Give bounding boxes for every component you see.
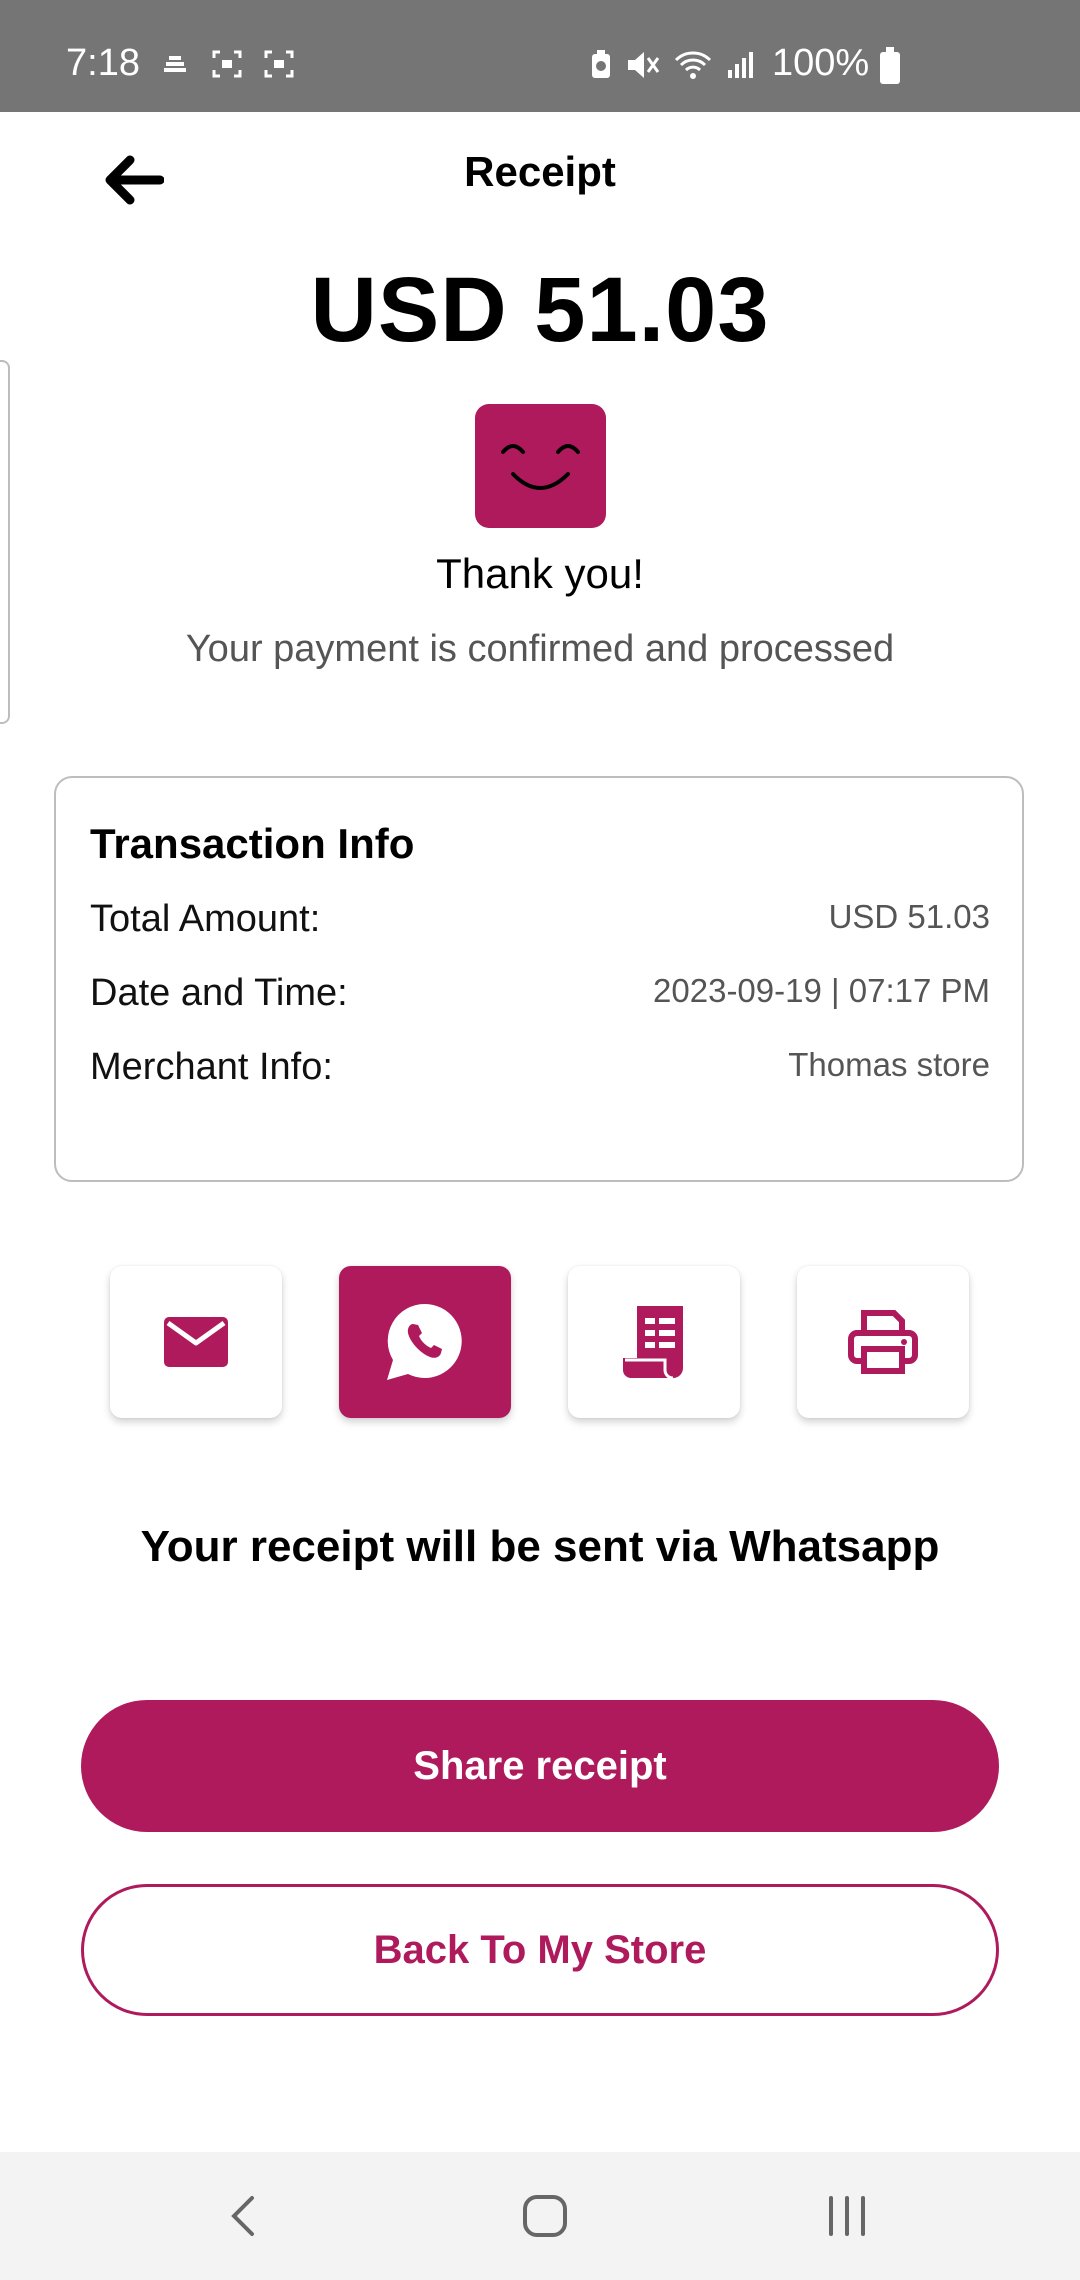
battery-saver-icon bbox=[592, 50, 610, 78]
page-title: Receipt bbox=[464, 148, 616, 195]
battery-percent: 100% bbox=[772, 42, 870, 84]
date-time-label: Date and Time: bbox=[90, 972, 348, 1014]
signal-icon bbox=[728, 52, 753, 78]
payment-amount: USD 51.03 bbox=[310, 259, 770, 361]
email-icon bbox=[164, 1317, 228, 1367]
status-time: 7:18 bbox=[66, 42, 140, 84]
nav-back-button[interactable] bbox=[203, 2186, 283, 2246]
nav-recents-button[interactable] bbox=[807, 2186, 887, 2246]
share-email-button[interactable] bbox=[110, 1266, 282, 1418]
date-time-value: 2023-09-19 | 07:17 PM bbox=[653, 972, 990, 1009]
share-receipt-button[interactable] bbox=[568, 1266, 740, 1418]
total-amount-value: USD 51.03 bbox=[828, 898, 990, 935]
screen-record-icon bbox=[212, 50, 242, 78]
screen-record-icon bbox=[264, 50, 294, 78]
header: Receipt bbox=[0, 112, 1080, 242]
status-bar: 7:18 100% bbox=[0, 0, 1080, 112]
total-amount-label: Total Amount: bbox=[90, 898, 321, 940]
receipt-icon bbox=[623, 1306, 683, 1380]
merchant-info-value: Thomas store bbox=[788, 1046, 990, 1083]
wifi-icon bbox=[674, 51, 712, 79]
nav-recents-icon bbox=[829, 2196, 865, 2236]
share-options bbox=[0, 1266, 1080, 1420]
share-method-message: Your receipt will be sent via Whatsapp bbox=[140, 1522, 940, 1571]
nav-home-button[interactable] bbox=[505, 2186, 585, 2246]
confirmation-message: Your payment is confirmed and processed bbox=[185, 628, 895, 670]
merchant-info-label: Merchant Info: bbox=[90, 1046, 333, 1088]
battery-icon bbox=[880, 47, 900, 84]
transaction-info-title: Transaction Info bbox=[90, 820, 415, 867]
share-whatsapp-button[interactable] bbox=[339, 1266, 511, 1418]
mute-icon bbox=[628, 52, 660, 78]
printer-icon bbox=[848, 1310, 918, 1374]
transaction-row: Date and Time: 2023-09-19 | 07:17 PM bbox=[90, 972, 990, 1032]
back-to-store-button[interactable]: Back To My Store bbox=[81, 1884, 999, 2016]
transaction-row: Merchant Info: Thomas store bbox=[90, 1046, 990, 1106]
thank-you-text: Thank you! bbox=[436, 550, 644, 597]
share-print-button[interactable] bbox=[797, 1266, 969, 1418]
smiley-icon bbox=[475, 404, 606, 528]
share-receipt-primary-button[interactable]: Share receipt bbox=[81, 1700, 999, 1832]
transaction-row: Total Amount: USD 51.03 bbox=[90, 898, 990, 958]
nav-back-icon bbox=[231, 2196, 254, 2236]
system-nav-bar bbox=[0, 2152, 1080, 2280]
whatsapp-icon bbox=[387, 1303, 462, 1380]
transaction-info-card: Transaction Info Total Amount: USD 51.03… bbox=[54, 776, 1024, 1182]
cloud-icon bbox=[164, 56, 186, 72]
nav-home-icon bbox=[523, 2195, 567, 2237]
